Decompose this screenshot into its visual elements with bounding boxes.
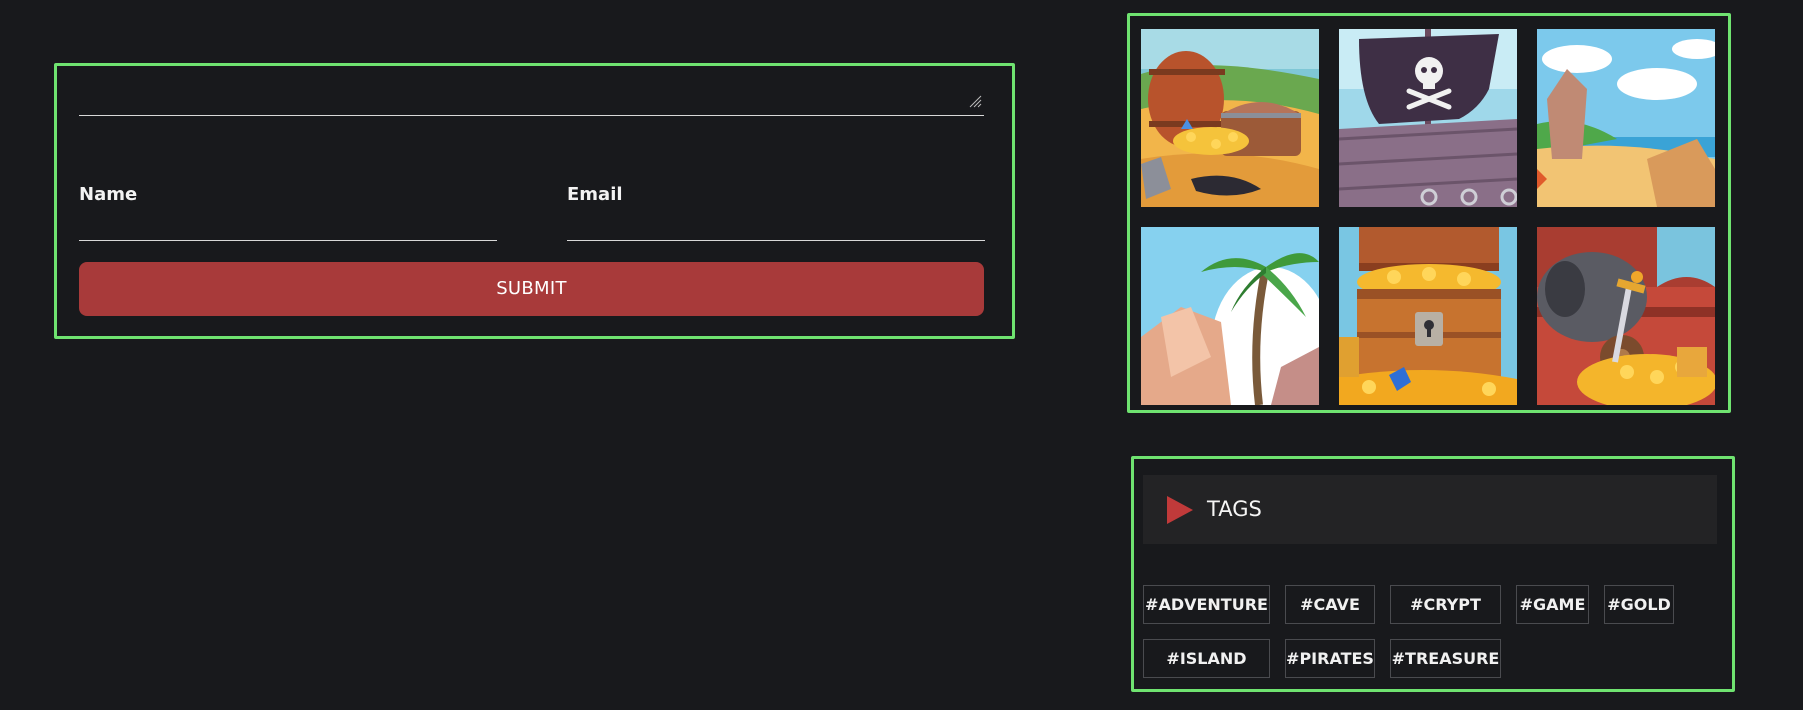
comment-form: Name Email SUBMIT xyxy=(54,63,1015,339)
tag-chip-pirates[interactable]: #PIRATES xyxy=(1285,639,1375,678)
gallery-image-treasure-barrel[interactable] xyxy=(1141,29,1319,207)
submit-button[interactable]: SUBMIT xyxy=(79,262,984,316)
gallery-image-cannon-gold[interactable] xyxy=(1537,227,1715,405)
cannon-gold-illustration xyxy=(1537,227,1715,405)
tag-chip-treasure[interactable]: #TREASURE xyxy=(1390,639,1501,678)
comment-textarea[interactable] xyxy=(79,72,984,116)
tag-chip-adventure[interactable]: #ADVENTURE xyxy=(1143,585,1270,624)
treasure-chest-illustration xyxy=(1339,227,1517,405)
island-shore-illustration xyxy=(1537,29,1715,207)
resize-grip-icon[interactable] xyxy=(968,94,982,108)
name-label: Name xyxy=(79,184,138,205)
tag-chip-crypt[interactable]: #CRYPT xyxy=(1390,585,1501,624)
tag-chip-game[interactable]: #GAME xyxy=(1516,585,1589,624)
tag-chip-gold[interactable]: #GOLD xyxy=(1604,585,1674,624)
email-label: Email xyxy=(567,184,623,205)
play-triangle-icon xyxy=(1167,496,1193,524)
tags-header: TAGS xyxy=(1143,475,1717,544)
email-input[interactable] xyxy=(567,215,985,241)
gallery-image-island-shore[interactable] xyxy=(1537,29,1715,207)
tags-widget: TAGS #ADVENTURE #CAVE #CRYPT #GAME #GOLD… xyxy=(1131,456,1735,692)
tag-chip-island[interactable]: #ISLAND xyxy=(1143,639,1270,678)
gallery-image-treasure-chest[interactable] xyxy=(1339,227,1517,405)
treasure-barrel-illustration xyxy=(1141,29,1319,207)
gallery-image-pirate-flag[interactable] xyxy=(1339,29,1517,207)
image-gallery xyxy=(1127,13,1731,413)
email-field-group: Email xyxy=(567,183,985,241)
pirate-flag-illustration xyxy=(1339,29,1517,207)
name-field-group: Name xyxy=(79,183,497,241)
palm-tree-illustration xyxy=(1141,227,1319,405)
tags-title: TAGS xyxy=(1207,497,1262,521)
tag-chip-cave[interactable]: #CAVE xyxy=(1285,585,1375,624)
name-input[interactable] xyxy=(79,215,497,241)
gallery-image-palm-tree[interactable] xyxy=(1141,227,1319,405)
